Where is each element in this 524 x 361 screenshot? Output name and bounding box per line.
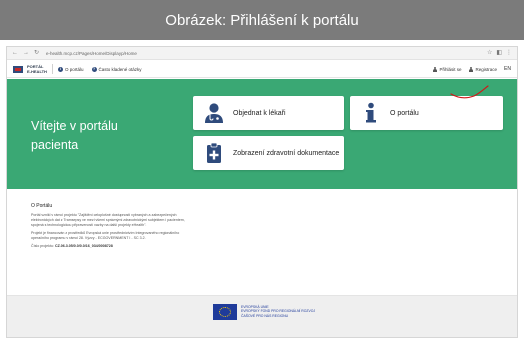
arrow-right-icon[interactable]: → <box>23 50 29 56</box>
info-icon: i <box>58 66 63 72</box>
about-heading: O Portálu <box>31 203 53 209</box>
tile-health-records[interactable]: Zobrazení zdravotní dokumentace <box>193 136 344 170</box>
header-divider <box>52 64 53 74</box>
eu-line-3: ČAŠOVÉ PRO NÁS REGIONU <box>241 313 289 318</box>
user-icon <box>433 66 438 72</box>
figure-caption: Obrázek: Přihlášení k portálu <box>0 0 524 40</box>
eu-stars-icon <box>219 307 231 317</box>
register-label: Registrace <box>475 66 498 72</box>
tile-about-portal-label: O portálu <box>390 109 419 117</box>
hero-banner: Vítejte v portálu pacienta Objednat k lé… <box>7 79 517 189</box>
browser-url-bar: ← → ↻ e-health.mcp.cz/Pages/Home/Display… <box>7 47 517 60</box>
reload-icon[interactable]: ↻ <box>34 50 39 56</box>
medical-clipboard-icon <box>203 142 225 164</box>
annotation-underline <box>450 85 489 99</box>
about-paragraph-1: Portál vznikl v rámci projektu "Zajištěn… <box>31 213 185 227</box>
login-link[interactable]: Přihlásit se <box>433 66 462 72</box>
project-number: Číslo projektu: CZ.06.3.05/0.0/0.0/16_03… <box>31 244 191 249</box>
register-link[interactable]: Registrace <box>469 66 498 72</box>
about-section: O Portálu Portál vznikl v rámci projektu… <box>31 203 191 249</box>
site-header: PORTÁL E-HEALTH i O portálu ? Často klad… <box>7 61 517 78</box>
hero-title: Vítejte v portálu pacienta <box>31 117 161 155</box>
tile-health-records-label: Zobrazení zdravotní dokumentace <box>233 149 340 157</box>
tile-book-doctor-label: Objednat k lékaři <box>233 109 286 117</box>
nav-about-portal[interactable]: i O portálu <box>58 66 84 72</box>
brand-name[interactable]: PORTÁL E-HEALTH <box>27 64 49 74</box>
hero-title-line-2: pacienta <box>31 138 79 152</box>
doctor-icon <box>203 102 225 124</box>
info-icon <box>360 102 382 124</box>
browser-window: ← → ↻ e-health.mcp.cz/Pages/Home/Display… <box>6 46 518 338</box>
brand-line-2: E-HEALTH <box>27 69 47 74</box>
url-field[interactable]: e-health.mcp.cz/Pages/Home/Displayp/Home <box>46 51 482 56</box>
project-number-label: Číslo projektu: <box>31 244 54 248</box>
hero-title-line-1: Vítejte v portálu <box>31 119 118 133</box>
arrow-left-icon[interactable]: ← <box>12 50 18 56</box>
about-paragraph-2: Projekt je financován z prostředků Evrop… <box>31 231 180 240</box>
add-user-icon <box>469 66 474 72</box>
portal-logo[interactable] <box>13 65 23 73</box>
nav-faq[interactable]: ? Často kladené otázky <box>91 66 142 72</box>
nav-about-label: O portálu <box>65 66 84 72</box>
project-number-value: CZ.06.3.05/0.0/0.0/16_034/0008728 <box>54 244 113 248</box>
star-icon[interactable]: ☆ <box>487 50 492 56</box>
question-icon: ? <box>91 66 97 72</box>
language-switch[interactable]: EN <box>504 66 511 72</box>
eu-flag-logo <box>213 304 237 320</box>
extensions-icon[interactable]: ◧ <box>496 50 502 56</box>
site-footer: EVROPSKÁ UNIE EVROPSKÝ FOND PRO REGIONÁL… <box>7 295 517 337</box>
nav-faq-label: Často kladené otázky <box>98 66 142 72</box>
login-label: Přihlásit se <box>439 66 462 72</box>
eu-funding-text: EVROPSKÁ UNIE EVROPSKÝ FOND PRO REGIONÁL… <box>241 305 315 318</box>
more-icon[interactable]: ⋮ <box>506 50 512 56</box>
tile-book-doctor[interactable]: Objednat k lékaři <box>193 96 344 130</box>
